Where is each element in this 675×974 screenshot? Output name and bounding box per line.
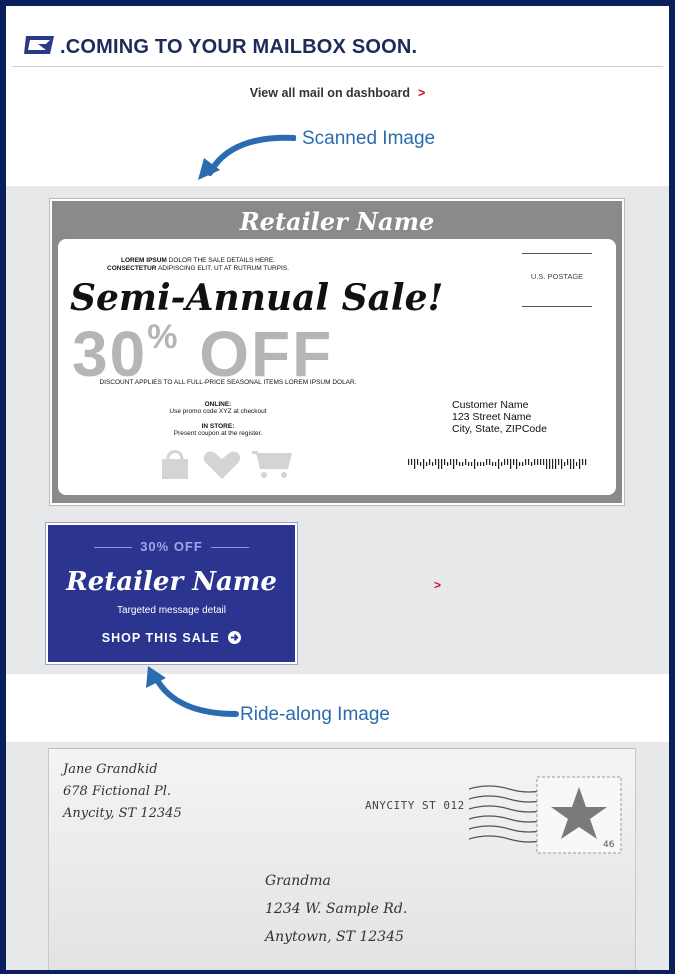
address-city: City, State, ZIPCode	[452, 423, 547, 435]
ride-along-retailer-name: Retailer Name	[66, 567, 277, 597]
postage-stamp-icon: 46	[536, 776, 622, 854]
mailpiece-card: LOREM IPSUM DOLOR THE SALE DETAILS HERE.…	[58, 239, 616, 495]
to-line2: 1234 W. Sample Rd.	[265, 901, 408, 917]
lorem-line2-bold: CONSECTETUR	[107, 265, 157, 272]
mailpiece-retailer-name: Retailer Name	[239, 207, 435, 236]
lorem-line1-bold: LOREM IPSUM	[120, 257, 167, 264]
header: .COMING TO YOUR MAILBOX SOON.	[20, 28, 655, 68]
postage-label: U.S. POSTAGE	[530, 272, 584, 281]
scanned-image-label: Scanned Image	[302, 128, 436, 149]
return-address: Jane Grandkid 678 Fictional Pl. Anycity,…	[63, 759, 182, 825]
instore-promo: IN STORE: Present coupon at the register…	[138, 423, 298, 437]
return-line3: Anycity, ST 12345	[63, 806, 182, 821]
postage-box: U.S. POSTAGE	[522, 253, 592, 307]
ride-along-image-label: Ride-along Image	[240, 704, 390, 725]
lorem-line2-rest: ADIPISCING ELIT. UT AT RUTRUM TURPIS.	[157, 265, 289, 272]
envelope-image[interactable]: Jane Grandkid 678 Fictional Pl. Anycity,…	[48, 748, 636, 970]
heart-icon	[203, 451, 241, 479]
return-line2: 678 Fictional Pl.	[63, 784, 172, 799]
shopping-icons	[162, 450, 292, 479]
address-name: Customer Name	[452, 399, 529, 411]
to-line1: Grandma	[265, 873, 331, 889]
discount-note: DISCOUNT APPLIES TO ALL FULL-PRICE SEASO…	[99, 379, 357, 386]
address-street: 123 Street Name	[452, 411, 532, 423]
ride-along-detail: Targeted message detail	[117, 605, 226, 616]
online-text: Use promo code XYZ at checkout	[169, 408, 267, 415]
cart-icon	[252, 451, 292, 478]
dashboard-link-label[interactable]: View all mail on dashboard	[250, 86, 410, 100]
usps-eagle-icon	[24, 36, 54, 54]
ride-along-discount: 30% OFF	[48, 539, 295, 554]
online-title: ONLINE:	[204, 401, 232, 408]
mail-preview-frame: .COMING TO YOUR MAILBOX SOON. View all m…	[0, 0, 675, 974]
postal-barcode-icon	[408, 459, 587, 469]
lorem-line1-rest: DOLOR THE SALE DETAILS HERE.	[168, 257, 275, 264]
discount-line-left	[94, 547, 133, 549]
shopping-bag-icon	[162, 450, 188, 479]
chevron-right-icon[interactable]: >	[418, 86, 425, 100]
online-promo: ONLINE: Use promo code XYZ at checkout	[138, 401, 298, 415]
postmark-text: ANYCITY ST 012	[365, 799, 465, 812]
stamp-value: 46	[603, 840, 615, 850]
dashboard-link[interactable]: View all mail on dashboard >	[6, 86, 669, 100]
shop-label[interactable]: SHOP THIS SALE	[102, 631, 220, 645]
recipient-address: Customer Name 123 Street Name City, Stat…	[452, 399, 547, 435]
ride-along-chevron-icon[interactable]: >	[434, 578, 441, 592]
recipient-handwritten-address: Grandma 1234 W. Sample Rd. Anytown, ST 1…	[265, 867, 407, 951]
sale-headline: Semi-Annual Sale!	[70, 277, 444, 319]
ride-along-ad[interactable]: 30% OFF Retailer Name Targeted message d…	[46, 523, 297, 664]
header-divider	[12, 66, 663, 67]
ride-along-callout-arrow-icon	[146, 666, 239, 717]
page-title: .COMING TO YOUR MAILBOX SOON.	[60, 36, 418, 58]
discount-line-right	[210, 547, 249, 549]
return-line1: Jane Grandkid	[63, 762, 158, 777]
to-line3: Anytown, ST 12345	[265, 929, 404, 945]
instore-title: IN STORE:	[201, 423, 235, 430]
scanned-mailpiece-image[interactable]: Retailer Name LOREM IPSUM DOLOR THE SALE…	[50, 199, 624, 505]
scanned-callout-arrow-icon	[198, 134, 296, 180]
mailpiece-lorem: LOREM IPSUM DOLOR THE SALE DETAILS HERE.…	[78, 257, 318, 273]
offer-percent: %	[147, 318, 180, 356]
shop-this-sale-button[interactable]: SHOP THIS SALE	[48, 631, 295, 645]
ride-along-discount-text: 30% OFF	[140, 539, 203, 554]
instore-text: Present coupon at the register.	[173, 430, 263, 437]
arrow-circle-right-icon[interactable]	[228, 631, 242, 644]
